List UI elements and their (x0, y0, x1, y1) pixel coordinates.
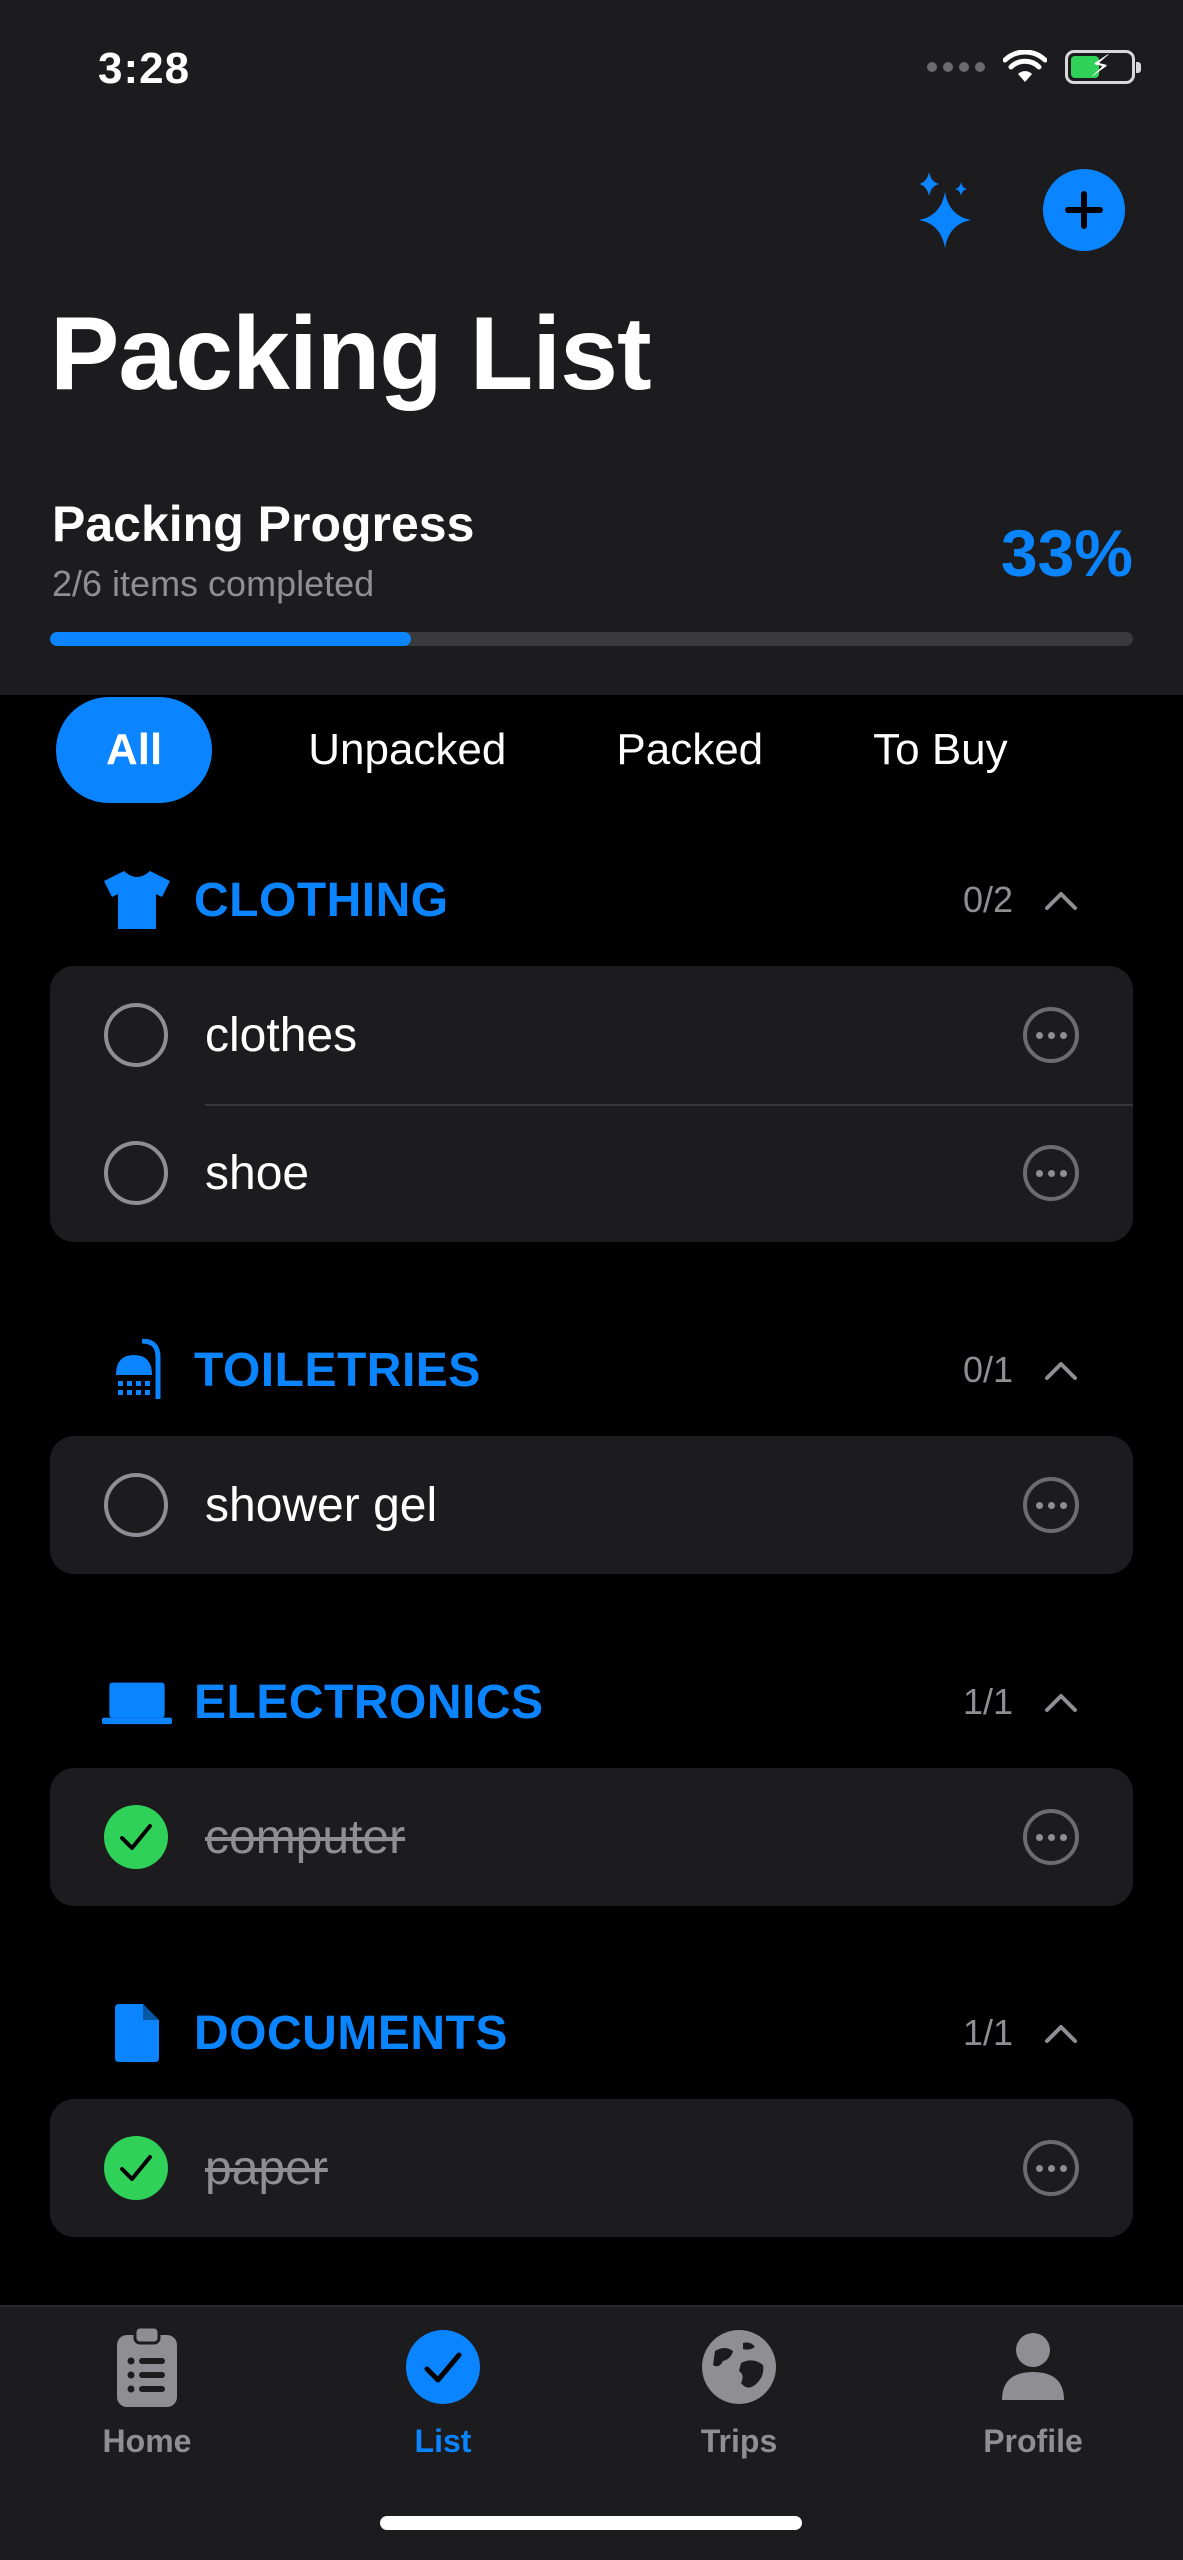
item-card: shower gel (50, 1436, 1133, 1574)
progress-title: Packing Progress (52, 496, 475, 552)
list-item[interactable]: paper (50, 2099, 1133, 2237)
shower-icon (102, 1335, 172, 1405)
section-header[interactable]: TOILETRIES 0/1 (50, 1330, 1133, 1410)
chevron-up-icon[interactable] (1041, 880, 1081, 920)
tshirt-icon (102, 865, 172, 935)
item-card: computer (50, 1768, 1133, 1906)
tab-label: Trips (700, 2423, 778, 2459)
add-item-button[interactable] (1043, 169, 1125, 251)
chevron-up-icon[interactable] (1041, 1350, 1081, 1390)
progress-bar-fill (50, 632, 411, 646)
section-header[interactable]: ELECTRONICS 1/1 (50, 1662, 1133, 1742)
item-card: clothes shoe (50, 966, 1133, 1242)
section-count: 1/1 (962, 2012, 1013, 2053)
section-electronics: ELECTRONICS 1/1 computer (50, 1662, 1133, 1906)
tab-list[interactable]: List (333, 2325, 553, 2460)
section-count: 1/1 (962, 1681, 1013, 1722)
chevron-up-icon[interactable] (1041, 1682, 1081, 1722)
section-title: DOCUMENTS (194, 2006, 508, 2060)
unchecked-circle-icon[interactable] (104, 1473, 168, 1537)
clipboard-icon (105, 2325, 189, 2409)
tab-label: Home (102, 2423, 192, 2459)
progress-bar (50, 632, 1133, 646)
page-title: Packing List (50, 296, 652, 412)
document-icon (102, 1998, 172, 2068)
checkmark-circle-icon (401, 2325, 485, 2409)
battery-icon: ⚡ (1065, 50, 1141, 84)
list-item[interactable]: clothes (50, 966, 1133, 1104)
list-item[interactable]: computer (50, 1768, 1133, 1906)
unchecked-circle-icon[interactable] (104, 1003, 168, 1067)
filter-tab-packed[interactable]: Packed (576, 697, 803, 803)
signal-icon (927, 62, 985, 72)
item-label: shower gel (205, 1478, 438, 1532)
filter-tab-all[interactable]: All (56, 697, 213, 803)
sparkle-icon (919, 172, 971, 248)
section-toiletries: TOILETRIES 0/1 shower gel (50, 1330, 1133, 1574)
filter-tabs: All Unpacked Packed To Buy (56, 697, 1048, 803)
plus-icon (1065, 191, 1103, 229)
status-time: 3:28 (98, 44, 191, 93)
tab-label: Profile (983, 2423, 1083, 2459)
item-label: paper (205, 2141, 328, 2195)
tab-home[interactable]: Home (37, 2325, 257, 2460)
header-actions (909, 168, 1125, 252)
wifi-icon (1003, 50, 1047, 82)
globe-icon (697, 2325, 781, 2409)
tab-trips[interactable]: Trips (629, 2325, 849, 2460)
home-indicator[interactable] (380, 2516, 802, 2530)
section-clothing: CLOTHING 0/2 clothes shoe (50, 860, 1133, 1242)
section-count: 0/1 (962, 1349, 1013, 1390)
tab-label: List (414, 2423, 472, 2459)
section-title: CLOTHING (194, 873, 449, 927)
filter-tab-unpacked[interactable]: Unpacked (268, 697, 546, 803)
item-label: computer (205, 1810, 406, 1864)
status-icons: ⚡ (927, 50, 1141, 84)
unchecked-circle-icon[interactable] (104, 1141, 168, 1205)
section-count: 0/2 (962, 879, 1013, 920)
more-options-button[interactable] (1023, 2140, 1079, 2196)
list-item[interactable]: shoe (50, 1104, 1133, 1242)
item-label: clothes (205, 1008, 358, 1062)
item-label: shoe (205, 1146, 310, 1200)
section-title: TOILETRIES (194, 1343, 481, 1397)
packing-list-screen: 3:28 ⚡ Packing List Packing Progress 2/6… (0, 0, 1183, 2560)
section-header[interactable]: CLOTHING 0/2 (50, 860, 1133, 940)
section-title: ELECTRONICS (194, 1675, 544, 1729)
header: 3:28 ⚡ Packing List Packing Progress 2/6… (0, 0, 1183, 695)
section-header[interactable]: DOCUMENTS 1/1 (50, 1993, 1133, 2073)
chevron-up-icon[interactable] (1041, 2013, 1081, 2053)
section-documents: DOCUMENTS 1/1 paper (50, 1993, 1133, 2237)
progress-subtitle: 2/6 items completed (52, 563, 375, 604)
person-icon (991, 2325, 1075, 2409)
filter-tab-to-buy[interactable]: To Buy (833, 697, 1048, 803)
more-options-button[interactable] (1023, 1477, 1079, 1533)
checked-circle-icon[interactable] (104, 1805, 168, 1869)
progress-percent: 33% (1000, 516, 1133, 590)
laptop-icon (102, 1667, 172, 1737)
more-options-button[interactable] (1023, 1145, 1079, 1201)
item-card: paper (50, 2099, 1133, 2237)
tab-profile[interactable]: Profile (923, 2325, 1143, 2460)
list-item[interactable]: shower gel (50, 1436, 1133, 1574)
more-options-button[interactable] (1023, 1007, 1079, 1063)
sparkle-button[interactable] (909, 168, 979, 252)
checked-circle-icon[interactable] (104, 2136, 168, 2200)
more-options-button[interactable] (1023, 1809, 1079, 1865)
